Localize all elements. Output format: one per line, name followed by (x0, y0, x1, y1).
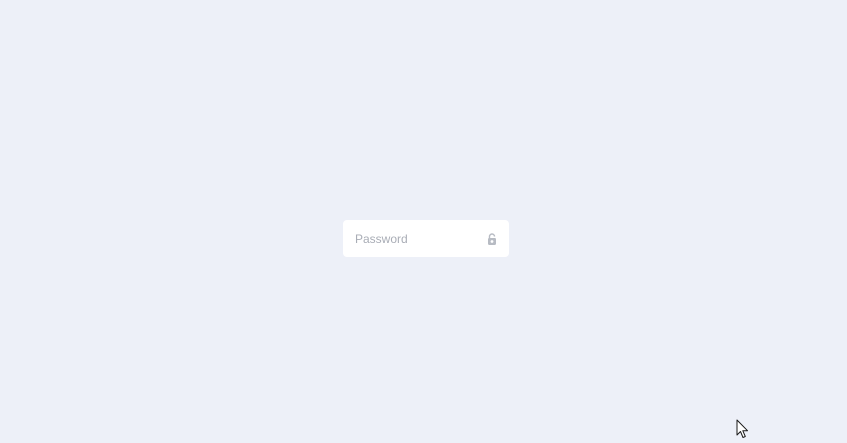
lock-icon (488, 233, 496, 245)
password-field-container[interactable] (343, 220, 509, 257)
password-input[interactable] (343, 220, 481, 257)
arrow-cursor-icon (736, 419, 748, 438)
